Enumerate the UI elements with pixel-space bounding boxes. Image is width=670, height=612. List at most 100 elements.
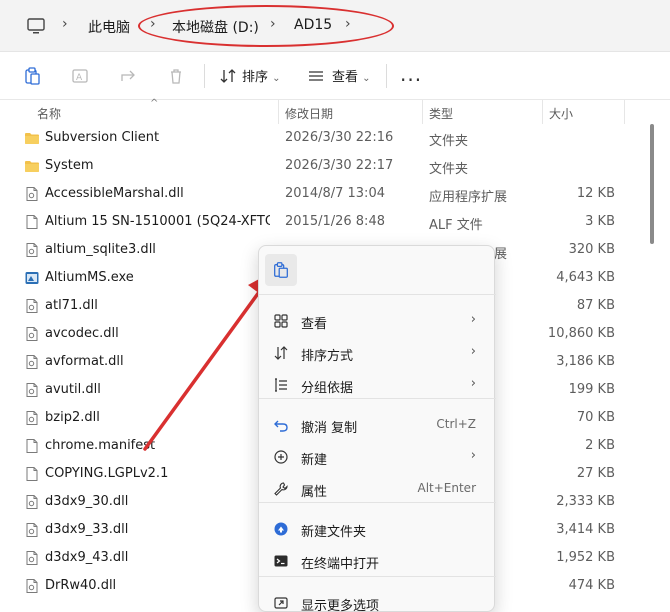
sort-icon xyxy=(220,69,236,83)
share-icon[interactable] xyxy=(118,66,138,86)
paste-icon xyxy=(274,262,288,278)
chevron-down-icon: ⌄ xyxy=(362,73,371,84)
file-name: avutil.dll xyxy=(45,382,101,397)
menu-divider xyxy=(259,294,496,295)
file-name: Subversion Client xyxy=(45,130,160,145)
column-type[interactable]: 类型 xyxy=(429,105,453,122)
sort-ascending-icon: ^ xyxy=(150,98,159,109)
folder-icon xyxy=(24,130,40,146)
menu-item[interactable]: 排序方式 › xyxy=(263,338,492,368)
menu-item-label: 显示更多选项 xyxy=(301,599,380,612)
file-name: System xyxy=(45,158,94,173)
file-size: 3,186 KB xyxy=(556,354,615,369)
column-divider[interactable] xyxy=(278,100,279,124)
toolbar-divider xyxy=(386,64,387,88)
sort-button[interactable]: 排序 ⌄ xyxy=(242,66,281,85)
file-size: 4,643 KB xyxy=(556,270,615,285)
vertical-scrollbar[interactable] xyxy=(650,124,654,244)
chevron-right-icon: › xyxy=(470,376,476,391)
column-size[interactable]: 大小 xyxy=(549,105,573,122)
chevron-right-icon: › xyxy=(470,312,476,327)
column-modified[interactable]: 修改日期 xyxy=(285,105,333,122)
menu-item[interactable]: 撤消 复制 Ctrl+Z xyxy=(263,410,492,440)
chevron-right-icon[interactable]: › xyxy=(270,16,276,32)
column-name[interactable]: 名称 xyxy=(37,105,61,122)
chevron-right-icon[interactable]: › xyxy=(150,16,156,32)
dll-file-icon xyxy=(24,382,40,398)
menu-item[interactable]: 分组依据 › xyxy=(263,370,492,400)
view-button[interactable]: 查看 ⌄ xyxy=(332,66,371,85)
menu-item-label: 分组依据 xyxy=(301,381,354,396)
column-headers: ^ 名称 修改日期 类型 大小 xyxy=(0,98,670,124)
toolbar-divider xyxy=(204,64,205,88)
menu-item[interactable]: 属性 Alt+Enter xyxy=(263,474,492,504)
command-bar: A 排序 ⌄ 查看 ⌄ ... xyxy=(0,52,670,100)
chevron-right-icon[interactable]: › xyxy=(62,16,68,32)
menu-item[interactable]: 新建文件夹 xyxy=(263,514,492,544)
chevron-right-icon: › xyxy=(470,448,476,463)
file-date: 2014/8/7 13:04 xyxy=(285,186,385,201)
breadcrumb-ad15[interactable]: AD15 xyxy=(294,17,332,33)
file-row[interactable]: Altium 15 SN-1510001 (5Q24-XFTQ) ... 2015… xyxy=(0,208,625,236)
menu-item[interactable]: 查看 › xyxy=(263,306,492,336)
file-icon xyxy=(24,214,40,230)
view-button-label: 查看 xyxy=(332,70,359,85)
view-icon xyxy=(309,71,323,81)
svg-text:A: A xyxy=(76,73,83,83)
column-divider[interactable] xyxy=(422,100,423,124)
paste-button[interactable] xyxy=(265,254,297,286)
file-row[interactable]: AccessibleMarshal.dll 2014/8/7 13:04 应用程序扩… xyxy=(0,180,625,208)
file-name: DrRw40.dll xyxy=(45,578,117,593)
breadcrumb-this-pc[interactable]: 此电脑 xyxy=(88,17,130,37)
file-size: 10,860 KB xyxy=(547,326,615,341)
sort-icon xyxy=(273,345,289,361)
cloud-folder-icon xyxy=(273,521,289,537)
column-divider[interactable] xyxy=(542,100,543,124)
dll-file-icon xyxy=(24,494,40,510)
context-menu: 查看 › 排序方式 › 分组依据 › 撤消 复制 Ctrl+Z 新建 › 属性 Alt+Enter 新建… xyxy=(258,245,496,612)
computer-icon[interactable] xyxy=(26,16,46,36)
chevron-right-icon: › xyxy=(470,344,476,359)
file-size: 199 KB xyxy=(568,382,615,397)
file-type: 文件夹 xyxy=(429,162,469,177)
menu-divider xyxy=(259,576,496,577)
file-row[interactable]: Subversion Client 2026/3/30 22:16 文件夹 xyxy=(0,124,625,152)
file-name: AltiumMS.exe xyxy=(45,270,134,285)
file-type: 文件夹 xyxy=(429,134,469,149)
address-bar[interactable]: › 此电脑 › 本地磁盘 (D:) › AD15 › xyxy=(0,0,670,52)
file-size: 3 KB xyxy=(585,214,615,229)
dll-file-icon xyxy=(24,522,40,538)
file-name: COPYING.LGPLv2.1 xyxy=(45,466,169,481)
column-divider[interactable] xyxy=(624,100,625,124)
rename-icon[interactable]: A xyxy=(70,66,90,86)
menu-item[interactable]: 显示更多选项 xyxy=(263,588,492,612)
wrench-icon xyxy=(273,481,289,497)
file-size: 12 KB xyxy=(576,186,615,201)
file-type-partial: 展 xyxy=(494,247,508,262)
sort-button-label: 排序 xyxy=(242,70,269,85)
breadcrumb-drive-d[interactable]: 本地磁盘 (D:) xyxy=(172,17,259,37)
dll-file-icon xyxy=(24,410,40,426)
menu-item[interactable]: 在终端中打开 xyxy=(263,546,492,576)
chevron-down-icon: ⌄ xyxy=(272,73,281,84)
menu-item-label: 排序方式 xyxy=(301,349,354,364)
menu-item[interactable]: 新建 › xyxy=(263,442,492,472)
file-icon xyxy=(24,466,40,482)
more-options-button[interactable]: ... xyxy=(400,62,422,86)
file-date: 2026/3/30 22:17 xyxy=(285,158,394,173)
dll-file-icon xyxy=(24,578,40,594)
paste-icon[interactable] xyxy=(22,66,42,86)
delete-icon[interactable] xyxy=(166,66,186,86)
file-size: 70 KB xyxy=(576,410,615,425)
dll-file-icon xyxy=(24,298,40,314)
terminal-icon xyxy=(273,553,289,569)
file-name: bzip2.dll xyxy=(45,410,100,425)
file-name: avformat.dll xyxy=(45,354,124,369)
file-size: 474 KB xyxy=(568,578,615,593)
file-row[interactable]: System 2026/3/30 22:17 文件夹 xyxy=(0,152,625,180)
file-name: chrome.manifest xyxy=(45,438,156,453)
menu-item-label: 撤消 复制 xyxy=(301,421,358,436)
file-name: altium_sqlite3.dll xyxy=(45,242,156,257)
group-icon xyxy=(273,377,289,393)
chevron-right-icon[interactable]: › xyxy=(345,16,351,32)
